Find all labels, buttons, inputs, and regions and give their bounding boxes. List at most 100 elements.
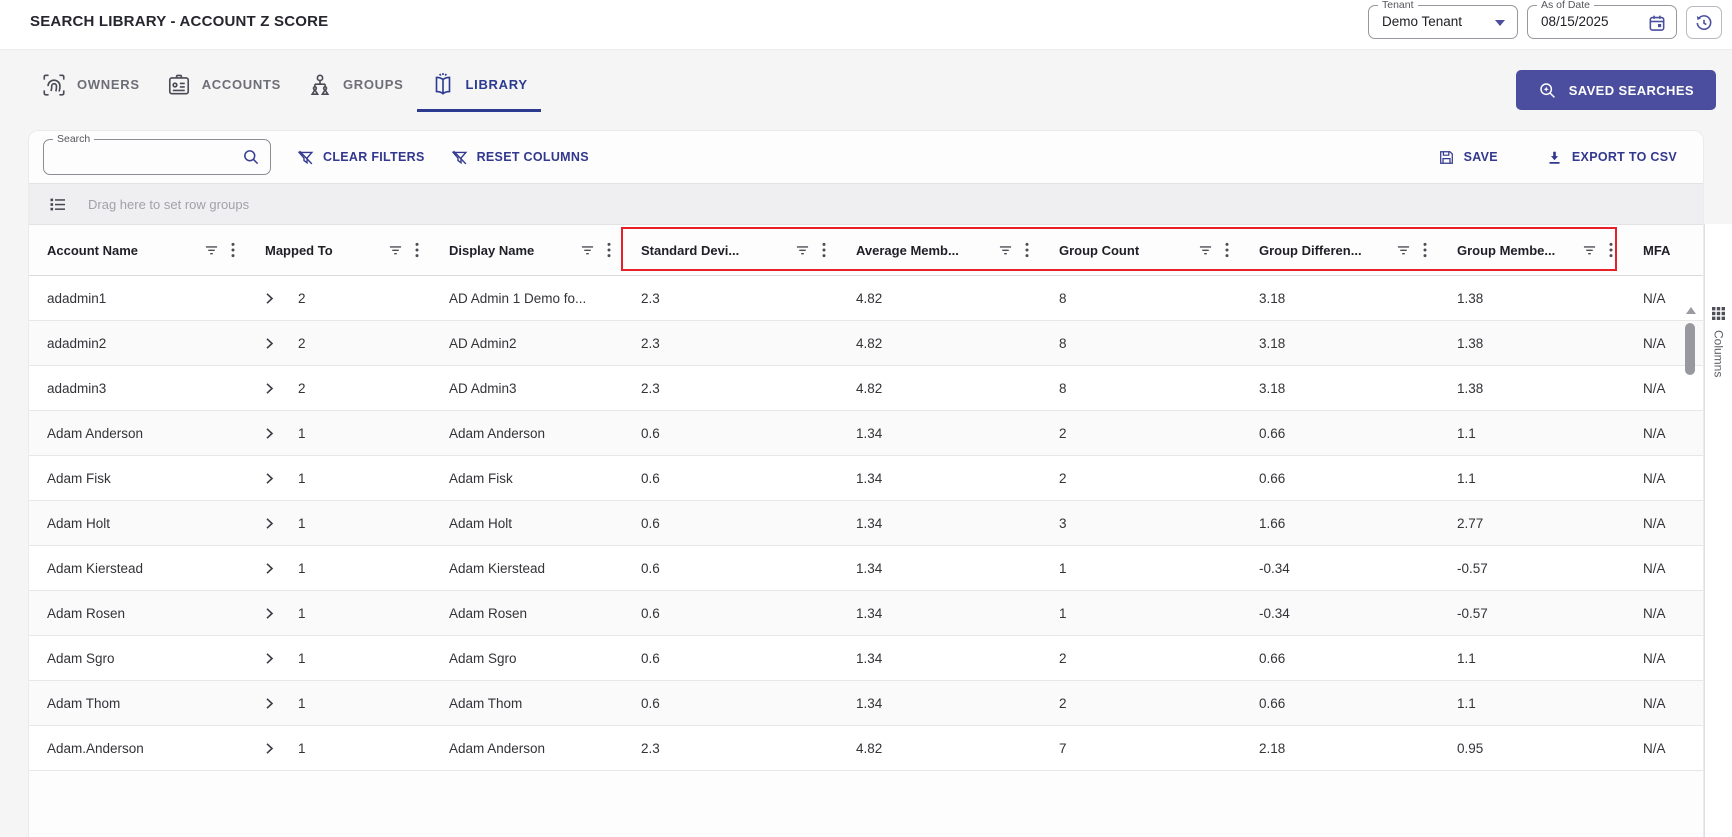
column-label: Group Count xyxy=(1059,243,1139,258)
table-row[interactable]: Adam Kierstead1Adam Kierstead0.61.341-0.… xyxy=(29,546,1703,591)
column-menu-icon[interactable] xyxy=(1609,242,1613,258)
expand-chevron-icon[interactable] xyxy=(265,562,274,575)
table-row[interactable]: Adam Thom1Adam Thom0.61.3420.661.1N/A xyxy=(29,681,1703,726)
tab-groups[interactable]: GROUPS xyxy=(294,60,417,112)
cell-group_memb: 0.95 xyxy=(1439,726,1625,770)
tab-label: GROUPS xyxy=(343,77,404,92)
table-row[interactable]: adadmin12AD Admin 1 Demo fo...2.34.8283.… xyxy=(29,276,1703,321)
table-row[interactable]: Adam Sgro1Adam Sgro0.61.3420.661.1N/A xyxy=(29,636,1703,681)
filter-icon[interactable] xyxy=(795,244,810,257)
search-input[interactable] xyxy=(54,143,233,172)
filter-icon[interactable] xyxy=(1198,244,1213,257)
columns-panel-label: Columns xyxy=(1712,330,1726,377)
column-menu-icon[interactable] xyxy=(822,242,826,258)
expand-chevron-icon[interactable] xyxy=(265,697,274,710)
cell-avg_memb: 1.34 xyxy=(838,456,1041,500)
expand-chevron-icon[interactable] xyxy=(265,652,274,665)
cell-mapped_to: 1 xyxy=(247,591,431,635)
column-label: Group Membe... xyxy=(1457,243,1555,258)
column-header-group_memb[interactable]: Group Membe... xyxy=(1439,225,1625,275)
table-row[interactable]: Adam Rosen1Adam Rosen0.61.341-0.34-0.57N… xyxy=(29,591,1703,636)
column-menu-icon[interactable] xyxy=(1025,242,1029,258)
column-menu-icon[interactable] xyxy=(415,242,419,258)
calendar-icon[interactable] xyxy=(1647,13,1667,33)
cell-avg_memb: 1.34 xyxy=(838,591,1041,635)
expand-chevron-icon[interactable] xyxy=(265,337,274,350)
expand-chevron-icon[interactable] xyxy=(265,607,274,620)
scrollbar-thumb[interactable] xyxy=(1685,323,1695,375)
table-row[interactable]: adadmin22AD Admin22.34.8283.181.38N/A xyxy=(29,321,1703,366)
search-icon[interactable] xyxy=(242,148,261,167)
reset-columns-label: RESET COLUMNS xyxy=(477,150,589,164)
tab-owners[interactable]: OWNERS xyxy=(28,60,153,112)
column-header-group_count[interactable]: Group Count xyxy=(1041,225,1241,275)
column-header-avg_memb[interactable]: Average Memb... xyxy=(838,225,1041,275)
filter-icon[interactable] xyxy=(580,244,595,257)
expand-chevron-icon[interactable] xyxy=(265,517,274,530)
column-menu-icon[interactable] xyxy=(231,242,235,258)
reset-columns-button[interactable]: RESET COLUMNS xyxy=(451,149,589,166)
filter-icon[interactable] xyxy=(998,244,1013,257)
table-row[interactable]: Adam Holt1Adam Holt0.61.3431.662.77N/A xyxy=(29,501,1703,546)
column-header-mapped_to[interactable]: Mapped To xyxy=(247,225,431,275)
mapped-to-count: 1 xyxy=(298,682,306,725)
column-header-group_diff[interactable]: Group Differen... xyxy=(1241,225,1439,275)
expand-chevron-icon[interactable] xyxy=(265,292,274,305)
cell-display_name: Adam Fisk xyxy=(431,456,623,500)
cell-mapped_to: 1 xyxy=(247,411,431,455)
tenant-select[interactable]: Tenant Demo Tenant xyxy=(1368,5,1518,39)
cell-mfa: N/A xyxy=(1625,636,1685,680)
column-menu-icon[interactable] xyxy=(1225,242,1229,258)
column-menu-icon[interactable] xyxy=(1423,242,1427,258)
column-header-account_name[interactable]: Account Name xyxy=(29,225,247,275)
cell-display_name: Adam Kierstead xyxy=(431,546,623,590)
column-menu-icon[interactable] xyxy=(607,242,611,258)
cell-mapped_to: 1 xyxy=(247,681,431,725)
cell-mapped_to: 2 xyxy=(247,366,431,410)
data-grid: Account NameMapped ToDisplay NameStandar… xyxy=(29,225,1703,771)
history-button[interactable] xyxy=(1686,6,1722,39)
table-row[interactable]: adadmin32AD Admin32.34.8283.181.38N/A xyxy=(29,366,1703,411)
expand-chevron-icon[interactable] xyxy=(265,382,274,395)
cell-display_name: Adam Anderson xyxy=(431,411,623,455)
cell-display_name: AD Admin 1 Demo fo... xyxy=(431,276,623,320)
cell-std_dev: 0.6 xyxy=(623,591,838,635)
cell-group_memb: 1.38 xyxy=(1439,276,1625,320)
cell-group_count: 7 xyxy=(1041,726,1241,770)
column-header-std_dev[interactable]: Standard Devi... xyxy=(623,225,838,275)
tab-bar: OWNERS ACCOUNTS xyxy=(28,60,541,112)
table-row[interactable]: Adam Fisk1Adam Fisk0.61.3420.661.1N/A xyxy=(29,456,1703,501)
clear-filters-button[interactable]: CLEAR FILTERS xyxy=(297,149,425,166)
row-group-drop-zone[interactable]: Drag here to set row groups xyxy=(29,183,1703,225)
filter-icon[interactable] xyxy=(204,244,219,257)
column-header-display_name[interactable]: Display Name xyxy=(431,225,623,275)
filter-off-icon xyxy=(297,149,314,166)
columns-panel-tab[interactable]: Columns xyxy=(1704,224,1732,837)
cell-group_count: 3 xyxy=(1041,501,1241,545)
expand-chevron-icon[interactable] xyxy=(265,742,274,755)
save-button[interactable]: SAVE xyxy=(1438,149,1498,166)
tab-accounts[interactable]: ACCOUNTS xyxy=(153,60,294,112)
filter-icon[interactable] xyxy=(1396,244,1411,257)
filter-icon[interactable] xyxy=(1582,244,1597,257)
export-csv-button[interactable]: EXPORT TO CSV xyxy=(1546,149,1677,166)
filter-icon[interactable] xyxy=(388,244,403,257)
expand-chevron-icon[interactable] xyxy=(265,472,274,485)
tab-library[interactable]: LIBRARY xyxy=(417,60,541,112)
table-row[interactable]: Adam Anderson1Adam Anderson0.61.3420.661… xyxy=(29,411,1703,456)
cell-group_count: 2 xyxy=(1041,456,1241,500)
saved-searches-button[interactable]: SAVED SEARCHES xyxy=(1516,70,1716,110)
cell-account_name: adadmin2 xyxy=(29,321,247,365)
table-row[interactable]: Adam.Anderson1Adam Anderson2.34.8272.180… xyxy=(29,726,1703,771)
cell-group_diff: 2.18 xyxy=(1241,726,1439,770)
chevron-down-icon xyxy=(1495,20,1505,26)
expand-chevron-icon[interactable] xyxy=(265,427,274,440)
scroll-up-arrow[interactable] xyxy=(1686,307,1696,314)
cell-account_name: Adam Thom xyxy=(29,681,247,725)
column-header-mfa[interactable]: MFA xyxy=(1625,225,1685,275)
as-of-date-field[interactable]: As of Date 08/15/2025 xyxy=(1527,5,1677,39)
vertical-scrollbar[interactable] xyxy=(1683,279,1697,719)
cell-avg_memb: 1.34 xyxy=(838,501,1041,545)
cell-group_count: 2 xyxy=(1041,411,1241,455)
cell-std_dev: 0.6 xyxy=(623,501,838,545)
